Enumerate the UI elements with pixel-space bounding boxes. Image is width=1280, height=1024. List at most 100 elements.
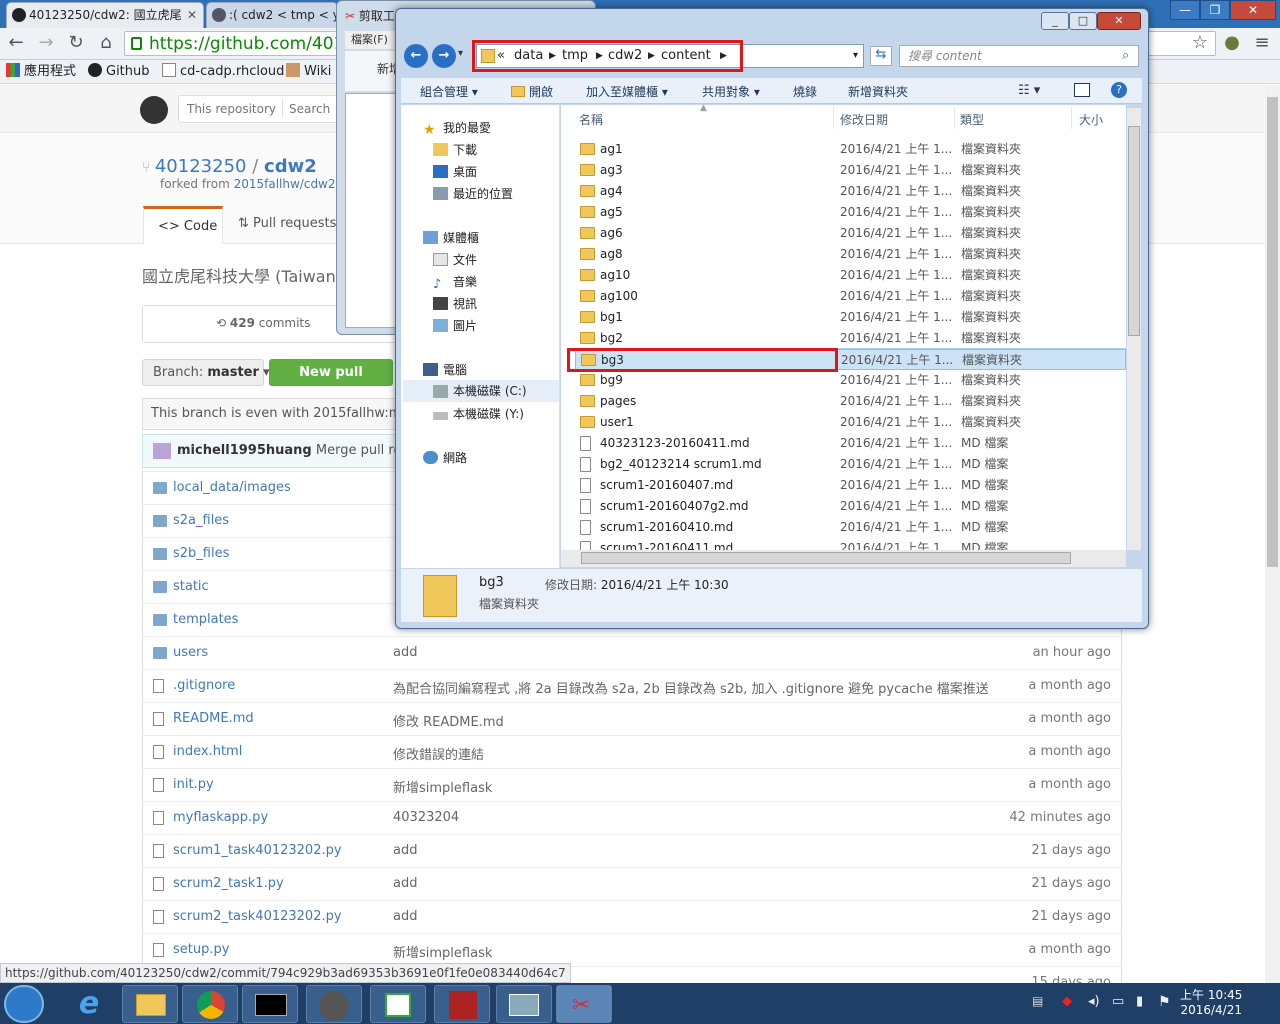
tray-signal-icon[interactable]: ▮ xyxy=(1136,994,1143,1009)
close-tab-icon[interactable]: ✕ xyxy=(187,3,197,27)
file-name-link[interactable]: s2a_files xyxy=(173,513,229,528)
nav-desktop[interactable]: 桌面 xyxy=(433,163,477,180)
forward-icon[interactable]: → xyxy=(36,33,56,53)
list-item[interactable]: bg2 2016/4/21 上午 1... 檔案資料夾 xyxy=(575,328,1126,349)
list-item[interactable]: scrum1-20160411.md 2016/4/21 上午 1... MD 檔案 xyxy=(575,538,1126,550)
commits-link[interactable]: ⟲ 429 commits xyxy=(216,316,310,330)
refresh-icon[interactable]: ⇆ xyxy=(870,46,892,66)
tab-pull-requests[interactable]: ⇅ Pull requests xyxy=(224,206,350,244)
list-item[interactable]: ag5 2016/4/21 上午 1... 檔案資料夾 xyxy=(575,202,1126,223)
file-name-link[interactable]: README.md xyxy=(173,711,254,726)
file-name-link[interactable]: s2b_files xyxy=(173,546,229,561)
commit-message-link[interactable]: 為配合協同編寫程式 ,將 2a 目錄改為 s2a, 2b 目錄改為 s2b, 加… xyxy=(393,678,989,697)
file-name-link[interactable]: scrum2_task1.py xyxy=(173,876,284,891)
history-dropdown-icon[interactable]: ▾ xyxy=(458,48,463,59)
home-icon[interactable]: ⌂ xyxy=(96,33,116,53)
tray-keyboard-icon[interactable]: ▤ xyxy=(1032,994,1043,1008)
address-dropdown-icon[interactable]: ▾ xyxy=(853,50,858,61)
bookmark-wiki[interactable]: Wiki xyxy=(286,63,331,81)
start-button-icon[interactable] xyxy=(4,985,44,1023)
close-window-icon[interactable]: ✕ xyxy=(1230,0,1276,20)
bookmark-apps[interactable]: 應用程式 xyxy=(6,63,76,81)
commit-message-link[interactable]: 修改 README.md xyxy=(393,711,504,730)
explorer-close-icon[interactable]: ✕ xyxy=(1097,12,1141,30)
commit-message-link[interactable]: add xyxy=(393,645,417,660)
file-name-link[interactable]: local_data/images xyxy=(173,480,291,495)
cmd-organize[interactable]: 組合管理 ▾ xyxy=(420,83,478,100)
list-item[interactable]: ag100 2016/4/21 上午 1... 檔案資料夾 xyxy=(575,286,1126,307)
nav-pictures[interactable]: 圖片 xyxy=(433,317,477,334)
column-name[interactable]: 名稱 xyxy=(579,111,603,128)
file-name-link[interactable]: init.py xyxy=(173,777,214,792)
nav-drive-c[interactable]: 本機磁碟 (C:) xyxy=(403,380,559,402)
new-pull-request-button[interactable]: New pull request xyxy=(269,359,393,405)
maximize-icon[interactable]: ❐ xyxy=(1200,0,1230,20)
list-item[interactable]: scrum1-20160407.md 2016/4/21 上午 1... MD 檔案 xyxy=(575,475,1126,496)
commit-message-link[interactable]: 修改錯誤的連結 xyxy=(393,744,484,763)
cmd-new-folder[interactable]: 新增資料夾 xyxy=(848,83,908,100)
menu-icon[interactable]: ≡ xyxy=(1252,33,1272,53)
tray-flag-icon[interactable]: ⚑ xyxy=(1158,994,1171,1010)
branch-select[interactable]: Branch: master ▾ xyxy=(142,359,270,386)
tray-network-icon[interactable]: ▭ xyxy=(1112,994,1124,1009)
column-size[interactable]: 大小 xyxy=(1079,111,1103,128)
tray-antivirus-icon[interactable]: ◆ xyxy=(1062,994,1072,1009)
taskbar-editor-icon[interactable] xyxy=(370,985,426,1023)
nav-downloads[interactable]: 下載 xyxy=(433,141,477,158)
commit-message-link[interactable]: add xyxy=(393,843,417,858)
explorer-forward-icon[interactable]: → xyxy=(432,44,456,68)
column-divider[interactable] xyxy=(833,107,834,129)
cmd-include-library[interactable]: 加入至媒體櫃 ▾ xyxy=(586,83,668,100)
explorer-search-input[interactable]: 搜尋 content xyxy=(899,45,1139,67)
bookmark-github[interactable]: Github xyxy=(88,63,150,81)
nav-favorites[interactable]: ★ 我的最愛 xyxy=(423,119,491,138)
nav-computer[interactable]: 電腦 xyxy=(423,361,467,378)
column-divider[interactable] xyxy=(954,107,955,129)
github-search-input[interactable]: This repository Search xyxy=(178,95,338,123)
explorer-back-icon[interactable]: ← xyxy=(404,44,428,68)
list-item[interactable]: bg9 2016/4/21 上午 1... 檔案資料夾 xyxy=(575,370,1126,391)
internet-explorer-icon[interactable]: e xyxy=(64,985,114,1023)
file-name-link[interactable]: index.html xyxy=(173,744,242,759)
github-logo-icon[interactable] xyxy=(140,96,168,124)
list-item[interactable]: ag6 2016/4/21 上午 1... 檔案資料夾 xyxy=(575,223,1126,244)
file-name-link[interactable]: templates xyxy=(173,612,238,627)
list-item[interactable]: ag10 2016/4/21 上午 1... 檔案資料夾 xyxy=(575,265,1126,286)
view-options-icon[interactable]: ☷ ▾ xyxy=(1018,83,1040,98)
minimize-icon[interactable]: — xyxy=(1170,0,1200,20)
page-scrollbar[interactable] xyxy=(1265,85,1280,983)
list-item[interactable]: bg2_40123214 scrum1.md 2016/4/21 上午 1... M… xyxy=(575,454,1126,475)
list-item[interactable]: scrum1-20160410.md 2016/4/21 上午 1... MD 檔案 xyxy=(575,517,1126,538)
forked-from-link[interactable]: 2015fallhw/cdw2 xyxy=(234,177,336,191)
list-item[interactable]: pages 2016/4/21 上午 1... 檔案資料夾 xyxy=(575,391,1126,412)
taskbar-game-icon[interactable] xyxy=(434,985,490,1023)
star-icon[interactable]: ☆ xyxy=(1190,33,1210,53)
commit-message-link[interactable]: 新增simpleflask xyxy=(393,777,492,796)
nav-videos[interactable]: 視訊 xyxy=(433,295,477,312)
taskbar-clock[interactable]: 上午 10:45 2016/4/21 xyxy=(1180,988,1242,1018)
column-divider[interactable] xyxy=(1071,107,1072,129)
list-item[interactable]: ag8 2016/4/21 上午 1... 檔案資料夾 xyxy=(575,244,1126,265)
file-name-link[interactable]: scrum1_task40123202.py xyxy=(173,843,342,858)
explorer-maximize-icon[interactable]: □ xyxy=(1069,12,1097,30)
cmd-burn[interactable]: 燒錄 xyxy=(793,83,817,100)
explorer-vertical-scrollbar[interactable] xyxy=(1127,108,1141,550)
list-item[interactable]: ag1 2016/4/21 上午 1... 檔案資料夾 xyxy=(575,139,1126,160)
column-date[interactable]: 修改日期 xyxy=(840,111,888,128)
nav-music[interactable]: ♪ 音樂 xyxy=(433,273,477,292)
taskbar-chrome-icon[interactable] xyxy=(182,985,238,1023)
cmd-open[interactable]: 開啟 xyxy=(511,83,553,100)
preview-pane-icon[interactable] xyxy=(1074,83,1090,97)
column-type[interactable]: 類型 xyxy=(960,111,984,128)
nav-drive-y[interactable]: 本機磁碟 (Y:) xyxy=(433,405,524,422)
scroll-thumb[interactable] xyxy=(581,552,1071,564)
taskbar-app-icon[interactable] xyxy=(306,985,362,1023)
taskbar-window-icon[interactable] xyxy=(496,985,552,1023)
list-item[interactable]: ag3 2016/4/21 上午 1... 檔案資料夾 xyxy=(575,160,1126,181)
nav-network[interactable]: 網路 xyxy=(423,449,467,466)
back-icon[interactable]: ← xyxy=(6,33,26,53)
list-item[interactable]: bg1 2016/4/21 上午 1... 檔案資料夾 xyxy=(575,307,1126,328)
explorer-horizontal-scrollbar[interactable] xyxy=(561,550,1126,567)
file-name-link[interactable]: users xyxy=(173,645,208,660)
repo-owner-link[interactable]: 40123250 xyxy=(155,156,247,177)
